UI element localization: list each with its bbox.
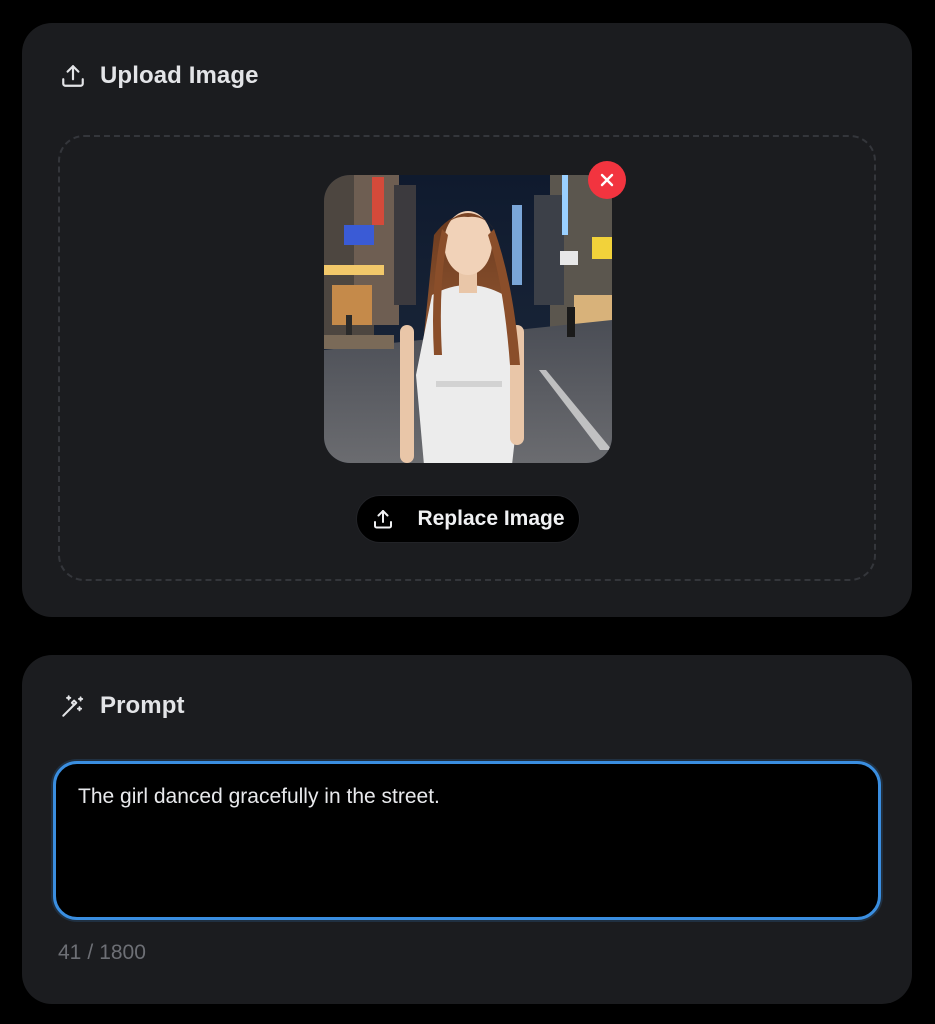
upload-icon	[62, 65, 84, 87]
prompt-card: Prompt The girl danced gracefully in the…	[22, 655, 912, 1004]
uploaded-image-preview	[324, 175, 612, 463]
character-max: 1800	[99, 941, 146, 964]
upload-header: Upload Image	[60, 61, 259, 91]
remove-image-button[interactable]	[588, 161, 626, 199]
character-count: 41	[58, 941, 82, 964]
prompt-header: Prompt	[60, 691, 185, 721]
image-dropzone[interactable]: Replace Image	[58, 135, 876, 581]
street-photo-thumbnail	[324, 175, 612, 463]
close-icon	[600, 173, 614, 187]
prompt-title: Prompt	[100, 692, 185, 719]
upload-title: Upload Image	[100, 62, 259, 89]
upload-icon	[374, 510, 393, 529]
prompt-textarea[interactable]: The girl danced gracefully in the street…	[53, 761, 881, 920]
magic-wand-icon	[62, 695, 84, 717]
prompt-text: The girl danced gracefully in the street…	[78, 785, 440, 808]
replace-image-button[interactable]: Replace Image	[356, 495, 580, 543]
character-counter: 41/1800	[58, 941, 146, 964]
replace-image-label: Replace Image	[417, 507, 565, 530]
upload-image-card: Upload Image Replace Image	[22, 23, 912, 617]
